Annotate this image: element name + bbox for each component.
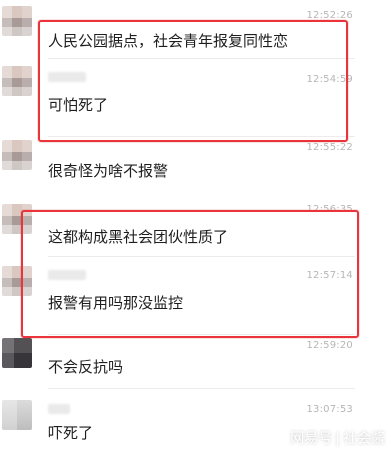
message-timestamp: 12:57:14: [306, 270, 353, 281]
divider: [48, 136, 355, 137]
avatar[interactable]: [2, 140, 32, 170]
message-timestamp: 13:07:53: [306, 404, 353, 415]
list-item[interactable]: 12:52:26 人民公园据点，社会青年报复同性恋: [0, 0, 391, 59]
list-item[interactable]: 12:57:14 报警有用吗那没监控: [0, 260, 391, 326]
sender-name: [48, 270, 86, 280]
message-timestamp: 12:55:22: [306, 142, 353, 153]
divider: [48, 58, 355, 59]
message-timestamp: 12:52:26: [306, 10, 353, 21]
avatar[interactable]: [2, 266, 32, 296]
divider: [48, 256, 355, 257]
sender-name: [48, 404, 70, 414]
list-item[interactable]: 12:54:59 可怕死了: [0, 60, 391, 128]
divider: [48, 388, 355, 389]
message-text: 报警有用吗那没监控: [48, 294, 184, 312]
list-item[interactable]: 12:55:22 很奇怪为啥不报警: [0, 136, 391, 196]
watermark-brand: 网易号: [290, 431, 333, 447]
list-item[interactable]: 12:59:20 不会反抗吗: [0, 334, 391, 389]
avatar[interactable]: [2, 6, 32, 36]
message-text: 人民公园据点，社会青年报复同性恋: [48, 32, 289, 50]
list-item[interactable]: 12:56:35 这都构成黑社会团伙性质了: [0, 196, 391, 257]
message-text: 吓死了: [48, 424, 94, 442]
message-text: 这都构成黑社会团伙性质了: [48, 228, 229, 246]
watermark-author: 社会酱: [343, 431, 385, 447]
avatar[interactable]: [2, 66, 32, 96]
message-timestamp: 12:59:20: [306, 340, 353, 351]
divider: [48, 334, 355, 335]
message-timestamp: 12:56:35: [306, 204, 353, 215]
avatar[interactable]: [2, 204, 32, 234]
message-text: 可怕死了: [48, 96, 109, 114]
avatar[interactable]: [2, 400, 32, 430]
chat-screen: 12:52:26 人民公园据点，社会青年报复同性恋 12:54:59 可怕死了 …: [0, 0, 391, 460]
message-text: 不会反抗吗: [48, 358, 124, 376]
watermark: 网易号 | 社会酱: [290, 428, 385, 448]
avatar[interactable]: [2, 338, 32, 368]
sender-name: [48, 72, 86, 82]
message-timestamp: 12:54:59: [306, 74, 353, 85]
message-text: 很奇怪为啥不报警: [48, 162, 169, 180]
watermark-separator: |: [335, 431, 340, 447]
